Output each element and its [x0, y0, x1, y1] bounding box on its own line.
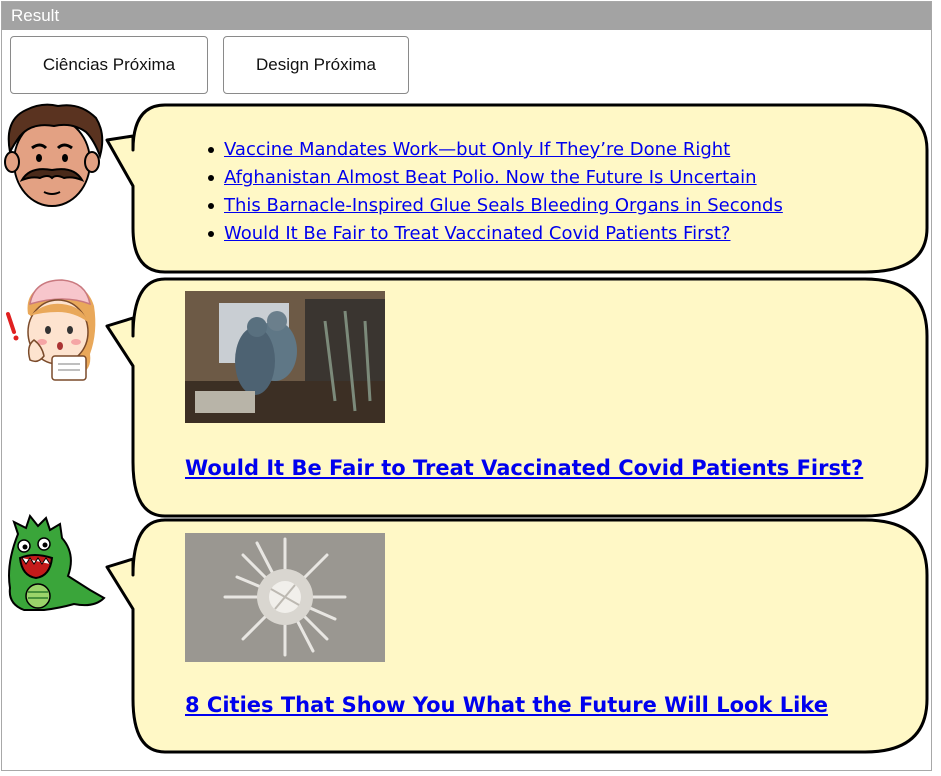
message-bubble-3: 8 Cities That Show You What the Future W… [105, 517, 931, 755]
list-item: Vaccine Mandates Work—but Only If They’r… [208, 136, 783, 164]
green-monster-icon [4, 513, 108, 614]
list-item: Afghanistan Almost Beat Polio. Now the F… [208, 164, 783, 192]
mustache-man-icon [2, 100, 108, 212]
news-link-3[interactable]: This Barnacle-Inspired Glue Seals Bleedi… [224, 195, 783, 216]
list-item: Would It Be Fair to Treat Vaccinated Cov… [208, 220, 783, 248]
news-link-1[interactable]: Vaccine Mandates Work—but Only If They’r… [224, 139, 730, 160]
news-link-4[interactable]: Would It Be Fair to Treat Vaccinated Cov… [224, 223, 730, 244]
hospital-photo[interactable] [185, 291, 385, 423]
news-link-2[interactable]: Afghanistan Almost Beat Polio. Now the F… [224, 167, 757, 188]
list-item: This Barnacle-Inspired Glue Seals Bleedi… [208, 192, 783, 220]
design-next-button[interactable]: Design Próxima [223, 36, 409, 94]
article-link-1[interactable]: Would It Be Fair to Treat Vaccinated Cov… [185, 456, 863, 480]
nurse-icon [4, 274, 106, 382]
panel-title: Result [2, 2, 931, 30]
result-panel: Result Ciências Próxima Design Próxima V… [1, 1, 932, 771]
message-bubble-1: Vaccine Mandates Work—but Only If They’r… [105, 102, 931, 275]
news-link-list: Vaccine Mandates Work—but Only If They’r… [208, 136, 783, 248]
article-link-2[interactable]: 8 Cities That Show You What the Future W… [185, 693, 828, 717]
ciencias-next-button[interactable]: Ciências Próxima [10, 36, 208, 94]
message-bubble-2: Would It Be Fair to Treat Vaccinated Cov… [105, 276, 931, 519]
city-sculpture-photo[interactable] [185, 533, 385, 662]
